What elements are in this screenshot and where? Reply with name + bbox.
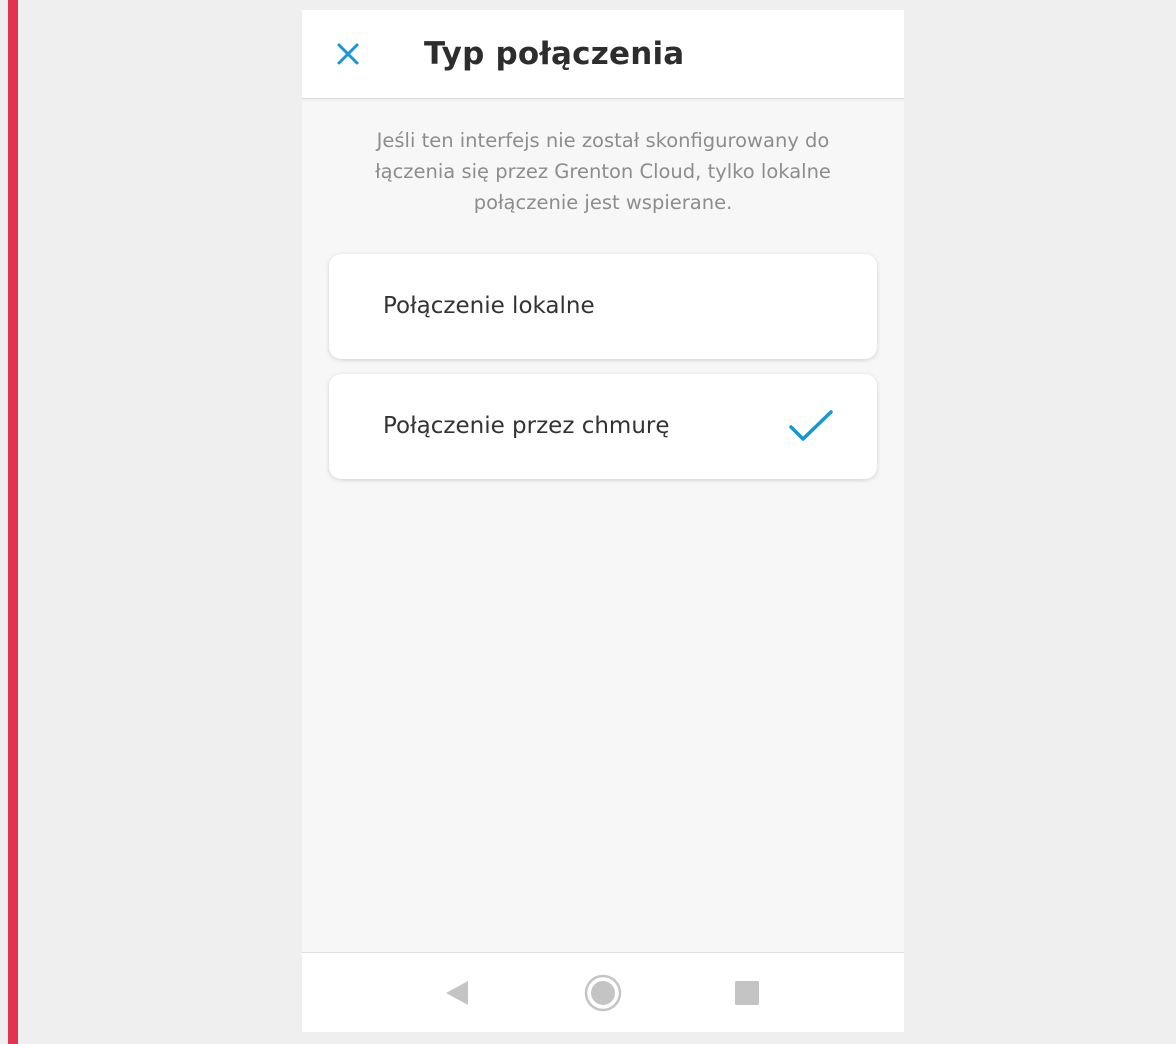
close-button[interactable] (324, 30, 372, 78)
info-message: Jeśli ten interfejs nie został skonfigur… (375, 129, 831, 214)
home-circle-icon (584, 974, 622, 1012)
app-bar: Typ połączenia (302, 10, 904, 99)
checkmark-icon (789, 410, 833, 441)
option-label-cloud: Połączenie przez chmurę (383, 413, 670, 439)
left-accent-strip (8, 0, 18, 1044)
option-cloud-connection[interactable]: Połączenie przez chmurę (329, 374, 877, 479)
option-local-connection[interactable]: Połączenie lokalne (329, 254, 877, 359)
system-navigation-bar (302, 952, 904, 1032)
option-label-local: Połączenie lokalne (383, 293, 595, 319)
screen: Typ połączenia Jeśli ten interfejs nie z… (0, 0, 1176, 1044)
back-triangle-icon (446, 981, 468, 1005)
nav-back-button[interactable] (435, 971, 479, 1015)
phone-screen: Typ połączenia Jeśli ten interfejs nie z… (302, 10, 904, 1032)
close-icon (337, 43, 359, 65)
nav-recents-button[interactable] (725, 971, 769, 1015)
nav-home-button[interactable] (581, 971, 625, 1015)
recents-square-icon (735, 981, 759, 1005)
page-title: Typ połączenia (424, 36, 685, 72)
